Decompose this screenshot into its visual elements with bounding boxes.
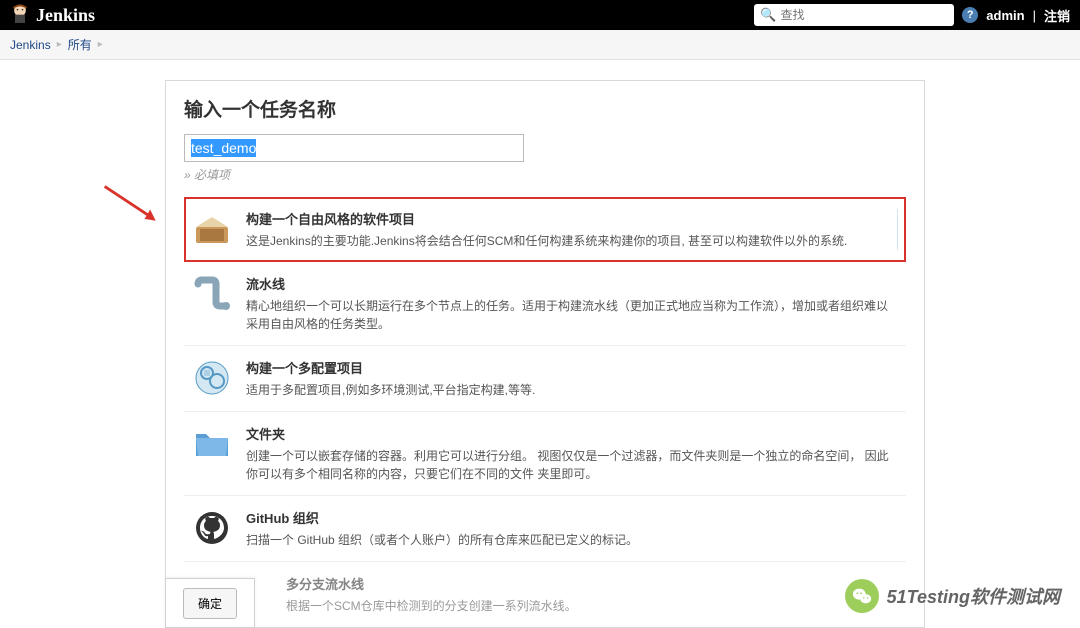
user-link[interactable]: admin [986,8,1024,23]
item-body: 流水线 精心地组织一个可以长期运行在多个节点上的任务。适用于构建流水线（更加正式… [246,274,898,333]
github-icon [192,508,232,548]
breadcrumb-sep-icon: ▸ [57,39,62,50]
jenkins-logo-icon [10,3,30,27]
item-freestyle[interactable]: 构建一个自由风格的软件项目 这是Jenkins的主要功能.Jenkins将会结合… [184,197,906,262]
header-separator: | [1033,8,1036,23]
breadcrumb-jenkins[interactable]: Jenkins [10,38,51,52]
ok-panel: 确定 [165,578,255,628]
item-title: 构建一个自由风格的软件项目 [246,209,897,228]
item-title: 构建一个多配置项目 [246,358,898,377]
search-icon: 🔍 [760,7,776,23]
watermark-text: 51Testing软件测试网 [887,583,1060,609]
logout-link[interactable]: 注销 [1044,6,1070,25]
search-input[interactable] [780,8,948,22]
item-title: 文件夹 [246,424,898,443]
multiconfig-icon [192,358,232,398]
freestyle-icon [192,209,232,249]
pipeline-icon [192,274,232,314]
item-desc: 扫描一个 GitHub 组织（或者个人账户）的所有仓库来匹配已定义的标记。 [246,531,898,549]
item-name-wrapper: test_demo [184,134,906,162]
breadcrumb: Jenkins ▸ 所有 ▸ [0,30,1080,60]
item-desc: 精心地组织一个可以长期运行在多个节点上的任务。适用于构建流水线（更加正式地应当称… [246,297,898,333]
page-title: 输入一个任务名称 [184,95,906,122]
folder-icon [192,424,232,464]
watermark: 51Testing软件测试网 [845,579,1060,613]
item-pipeline[interactable]: 流水线 精心地组织一个可以长期运行在多个节点上的任务。适用于构建流水线（更加正式… [184,262,906,346]
item-body: 多分支流水线 根据一个SCM仓库中检测到的分支创建一系列流水线。 [246,574,898,615]
ok-button[interactable]: 确定 [183,588,237,619]
main-area: 输入一个任务名称 test_demo » 必填项 构建一个自由风格的软件项目 这… [0,60,1080,628]
required-hint: » 必填项 [184,166,906,183]
item-desc: 这是Jenkins的主要功能.Jenkins将会结合任何SCM和任何构建系统来构… [246,232,897,250]
item-body: GitHub 组织 扫描一个 GitHub 组织（或者个人账户）的所有仓库来匹配… [246,508,898,549]
breadcrumb-all[interactable]: 所有 [68,36,92,53]
content-panel: 输入一个任务名称 test_demo » 必填项 构建一个自由风格的软件项目 这… [165,80,925,628]
item-github-org[interactable]: GitHub 组织 扫描一个 GitHub 组织（或者个人账户）的所有仓库来匹配… [184,496,906,562]
item-name-value: test_demo [191,139,256,157]
item-title: GitHub 组织 [246,508,898,527]
item-body: 构建一个多配置项目 适用于多配置项目,例如多环境测试,平台指定构建,等等. [246,358,898,399]
item-body: 文件夹 创建一个可以嵌套存储的容器。利用它可以进行分组。 视图仅仅是一个过滤器，… [246,424,898,483]
red-arrow-annotation [100,180,165,230]
header-right: 🔍 ? admin | 注销 [754,4,1070,26]
item-multibranch[interactable]: 多分支流水线 根据一个SCM仓库中检测到的分支创建一系列流水线。 [184,562,906,627]
search-box[interactable]: 🔍 [754,4,954,26]
jenkins-logo-text: Jenkins [36,5,95,26]
item-body: 构建一个自由风格的软件项目 这是Jenkins的主要功能.Jenkins将会结合… [246,209,898,250]
jenkins-logo[interactable]: Jenkins [10,3,95,27]
header-bar: Jenkins 🔍 ? admin | 注销 [0,0,1080,30]
wechat-icon [845,579,879,613]
item-title: 流水线 [246,274,898,293]
breadcrumb-sep-icon: ▸ [98,39,103,50]
item-folder[interactable]: 文件夹 创建一个可以嵌套存储的容器。利用它可以进行分组。 视图仅仅是一个过滤器，… [184,412,906,496]
item-name-input[interactable]: test_demo [184,134,524,162]
item-desc: 创建一个可以嵌套存储的容器。利用它可以进行分组。 视图仅仅是一个过滤器，而文件夹… [246,447,898,483]
item-desc: 根据一个SCM仓库中检测到的分支创建一系列流水线。 [246,597,898,615]
item-multiconfig[interactable]: 构建一个多配置项目 适用于多配置项目,例如多环境测试,平台指定构建,等等. [184,346,906,412]
item-desc: 适用于多配置项目,例如多环境测试,平台指定构建,等等. [246,381,898,399]
item-title: 多分支流水线 [246,574,898,593]
help-icon[interactable]: ? [962,7,978,23]
